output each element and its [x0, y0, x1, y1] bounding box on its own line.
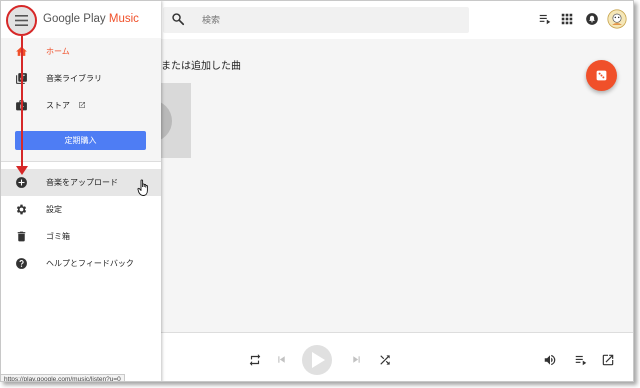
previous-icon[interactable]	[276, 354, 287, 365]
gear-icon	[16, 204, 27, 215]
shuffle-icon[interactable]	[378, 353, 392, 367]
status-bar-url: https://play.google.com/music/listen?u=0	[1, 374, 125, 381]
notifications-icon[interactable]	[585, 12, 599, 26]
dice-icon	[596, 70, 607, 81]
annotation-circle	[6, 5, 37, 36]
hand-cursor-icon	[137, 179, 148, 196]
shuffle-fab-button[interactable]	[586, 60, 617, 91]
nav-item-label: 音楽ライブラリ	[46, 74, 102, 83]
upload-icon	[16, 177, 27, 188]
help-icon	[16, 258, 27, 269]
brand-accent: Music	[108, 13, 139, 25]
queue-icon[interactable]	[574, 353, 588, 367]
annotation-arrow-line	[21, 36, 23, 168]
nav-item-label: ヘルプとフィードバック	[46, 259, 134, 268]
play-button[interactable]	[302, 345, 332, 375]
nav-item-label: ストア	[46, 101, 70, 110]
drawer-divider	[1, 161, 161, 162]
nav-item-home[interactable]: ホーム	[1, 38, 161, 65]
expand-icon[interactable]	[601, 353, 615, 367]
nav-item-settings[interactable]: 設定	[1, 196, 161, 223]
nav-item-store[interactable]: ストア	[1, 92, 161, 119]
nav-item-label: 音楽をアップロード	[46, 178, 118, 187]
queue-icon[interactable]	[538, 12, 552, 26]
search-input[interactable]: 検索	[202, 13, 220, 26]
nav-item-label: ホーム	[46, 47, 70, 56]
next-icon[interactable]	[351, 354, 362, 365]
volume-icon[interactable]	[543, 353, 557, 367]
section-title: または追加した曲	[161, 61, 241, 72]
apps-grid-icon[interactable]	[560, 12, 574, 26]
subscribe-button[interactable]: 定期購入	[15, 131, 146, 150]
play-icon	[312, 352, 325, 368]
external-link-icon	[79, 102, 85, 108]
annotation-arrow-head	[16, 166, 28, 175]
nav-item-help[interactable]: ヘルプとフィードバック	[1, 250, 161, 277]
nav-item-trash[interactable]: ゴミ箱	[1, 223, 161, 250]
nav-drawer: Google Play Music ホーム 音楽ライブラリ ストア 定期購入 音…	[1, 1, 161, 381]
avatar[interactable]	[607, 9, 627, 29]
repeat-icon[interactable]	[248, 353, 262, 367]
nav-item-label: 設定	[46, 205, 62, 214]
nav-item-label: ゴミ箱	[46, 232, 70, 241]
search-icon[interactable]	[171, 12, 185, 26]
app-brand[interactable]: Google Play Music	[43, 13, 139, 25]
nav-item-library[interactable]: 音楽ライブラリ	[1, 65, 161, 92]
trash-icon	[17, 231, 26, 242]
brand-name: Google Play	[43, 13, 109, 25]
browser-frame: 検索 または追加した曲 Google Play Music ホーム 音楽ライブラ…	[0, 0, 634, 382]
